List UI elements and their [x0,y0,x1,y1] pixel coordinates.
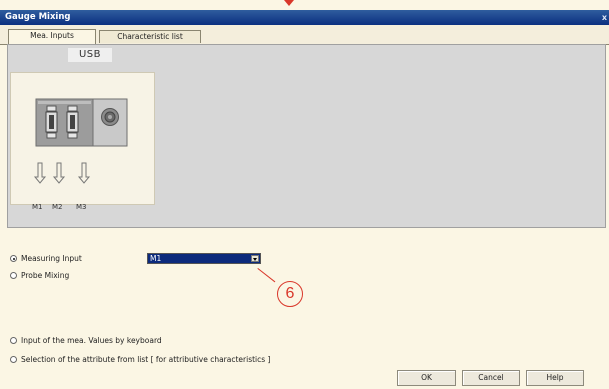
input-label-m3: M3 [76,203,87,211]
cancel-button[interactable]: Cancel [462,370,520,386]
help-button[interactable]: Help [526,370,584,386]
radio-label: Measuring Input [21,254,82,263]
callout-number: 6 [277,281,303,307]
input-label-m2: M2 [52,203,63,211]
tab-strip: Mea. Inputs Characteristic list [0,25,609,45]
annotation-arrow [284,0,294,6]
radio-unchecked-icon[interactable] [10,337,17,344]
select-value: M1 [150,254,162,263]
radio-checked-icon[interactable] [10,255,17,262]
measuring-input-select[interactable]: M1 [147,253,261,264]
usb-label: USB [68,48,112,62]
radio-keyboard-input[interactable]: Input of the mea. Values by keyboard [10,336,162,345]
close-icon[interactable]: x [602,10,607,25]
radio-measuring-input[interactable]: Measuring Input [10,254,82,263]
ok-button[interactable]: OK [397,370,456,386]
tab-characteristic-list[interactable]: Characteristic list [99,30,201,43]
radio-unchecked-icon[interactable] [10,356,17,363]
radio-probe-mixing[interactable]: Probe Mixing [10,271,69,280]
radio-label: Probe Mixing [21,271,70,280]
input-label-m1: M1 [32,203,43,211]
radio-label: Selection of the attribute from list [ f… [21,355,271,364]
tab-mea-inputs[interactable]: Mea. Inputs [8,29,96,44]
usb-interface-icon [33,98,128,184]
options-section [0,228,609,389]
radio-unchecked-icon[interactable] [10,272,17,279]
window-title: Gauge Mixing [5,12,71,22]
radio-attribute-selection[interactable]: Selection of the attribute from list [ f… [10,355,271,364]
usb-device-illustration [10,72,155,205]
radio-label: Input of the mea. Values by keyboard [21,336,162,345]
window-titlebar: Gauge Mixing x [0,10,609,25]
chevron-down-icon[interactable] [251,255,259,262]
